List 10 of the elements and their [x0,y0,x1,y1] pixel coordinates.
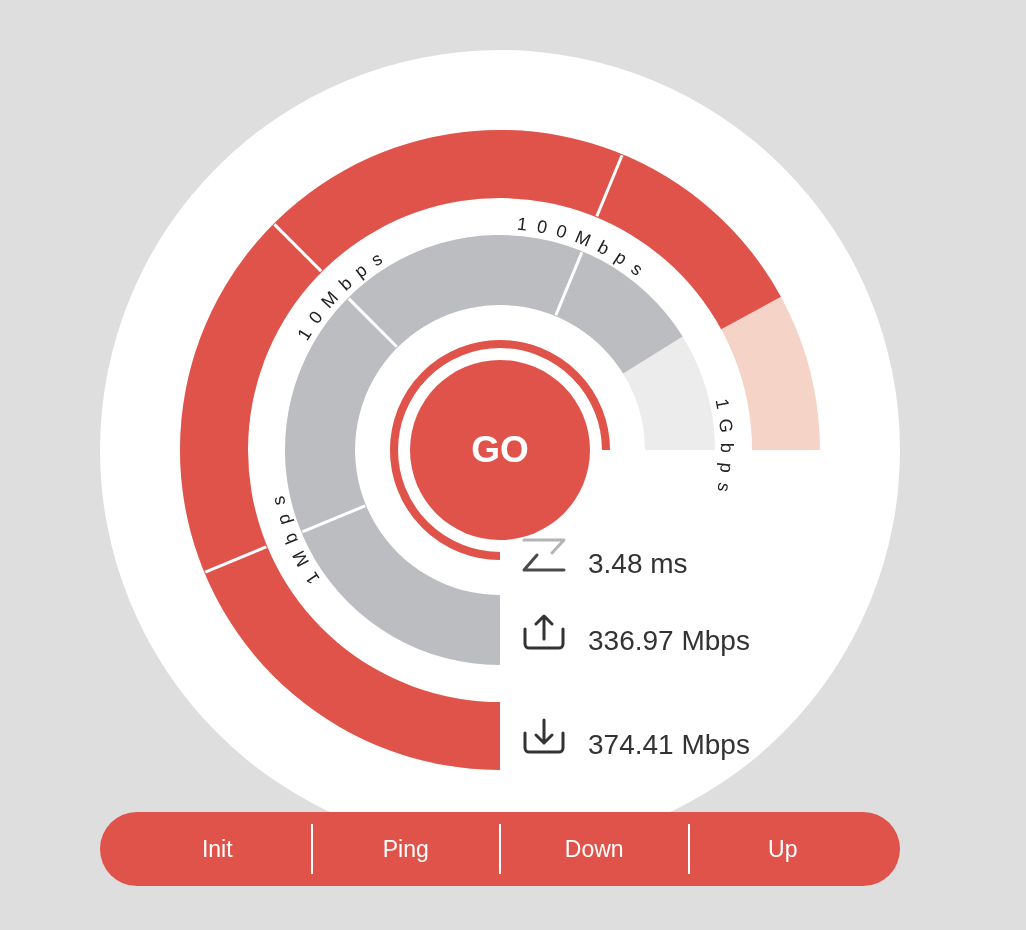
upload-value: 336.97 Mbps [588,627,750,655]
go-button[interactable]: GO [410,360,590,540]
step-button[interactable]: Down [501,812,688,886]
step-button[interactable]: Up [689,812,876,886]
download-value: 374.41 Mbps [588,731,750,759]
step-button[interactable]: Ping [312,812,499,886]
upload-icon [522,614,566,650]
download-icon [522,718,566,754]
ping-value: 3.48 ms [588,550,688,578]
step-button[interactable]: Init [124,812,311,886]
